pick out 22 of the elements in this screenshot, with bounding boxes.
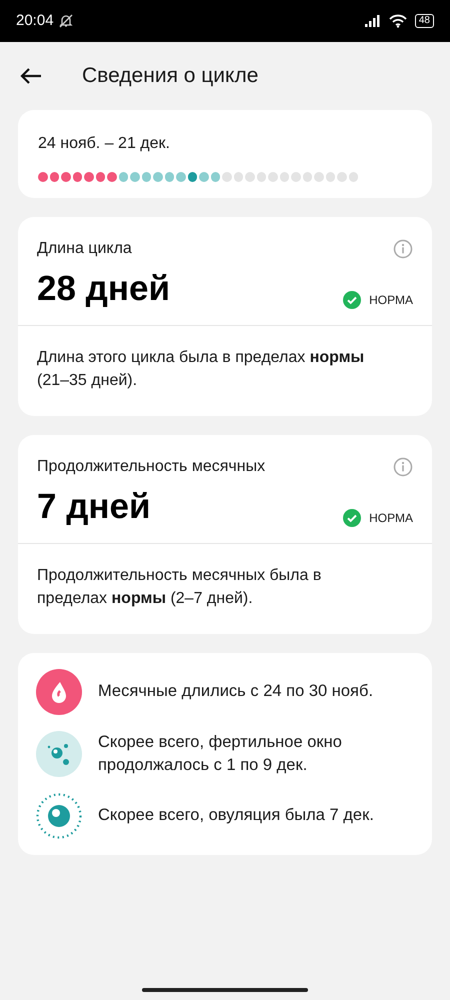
summary-text: Скорее всего, фертильное окно продолжалось с 1 по 9 дек. <box>98 732 343 776</box>
status-label: НОРМА <box>369 292 413 308</box>
page-title: Сведения о цикле <box>82 63 258 90</box>
status-label: НОРМА <box>369 510 413 526</box>
summary-text: Месячные длились с 24 по 30 нояб. <box>98 681 374 702</box>
check-icon <box>343 508 362 526</box>
back-arrow-icon[interactable] <box>20 67 42 85</box>
wifi-icon <box>388 14 407 28</box>
cycle-date-range: 24 нояб. – 21 дек. <box>38 134 171 154</box>
stat-description: Длина этого цикла была в пределах нормы (21–35 дней). <box>36 348 366 390</box>
summary-text: Скорее всего, овуляция была 7 дек. <box>98 805 374 826</box>
battery-indicator: 48 <box>414 14 434 28</box>
status-time: 20:04 <box>16 10 54 31</box>
mute-bell-icon <box>58 13 74 29</box>
stat-value: 28 дней <box>37 268 170 310</box>
stat-title: Продолжительность месячных <box>37 456 266 476</box>
stat-value: 7 дней <box>37 486 151 528</box>
check-icon <box>343 290 362 308</box>
stat-description: Продолжительность месячных была в пределах нормы (2–7 дней). <box>36 566 322 608</box>
info-icon[interactable] <box>393 456 413 476</box>
stat-title: Длина цикла <box>37 238 132 258</box>
info-icon[interactable] <box>393 238 413 258</box>
